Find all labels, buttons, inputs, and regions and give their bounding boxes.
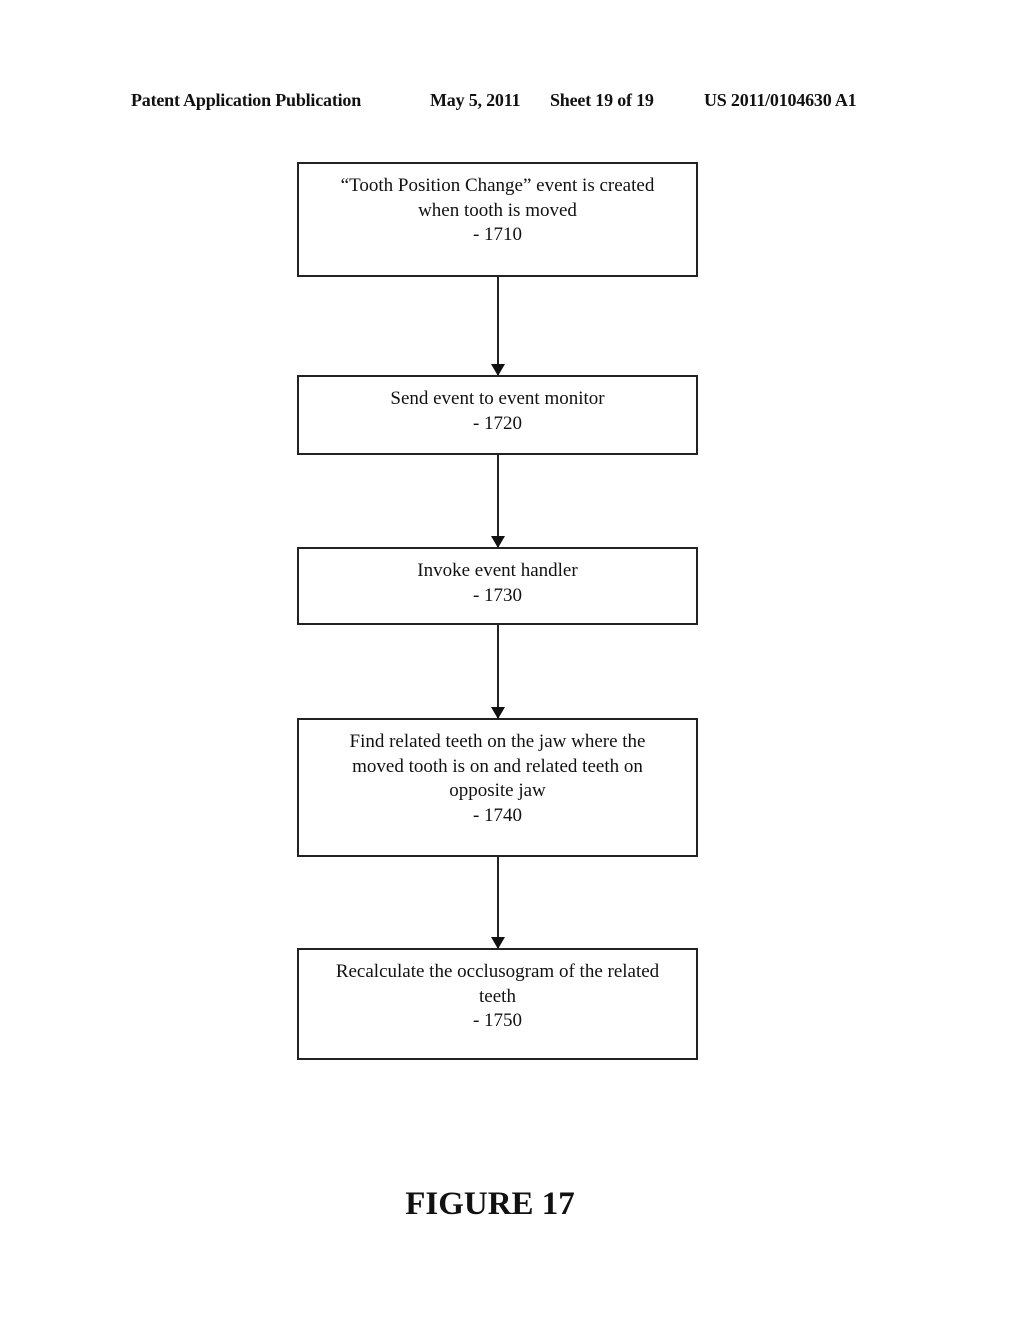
step-text: Recalculate the occlusogram of the relat… (335, 961, 660, 982)
step-ref: - 1740 (472, 804, 523, 826)
publication-label: Patent Application Publication (131, 90, 362, 110)
patent-number: US 2011/0104630 A1 (704, 90, 857, 110)
sheet-number: Sheet 19 of 19 (550, 90, 654, 110)
step-text: Find related teeth on the jaw where the (349, 731, 646, 752)
step-1740-box: Find related teeth on the jaw where the … (297, 718, 698, 857)
step-text: teeth (479, 985, 516, 1007)
arrow-1710-to-1720 (491, 277, 505, 376)
step-text: moved tooth is on and related teeth on (352, 755, 643, 777)
step-text: Invoke event handler (417, 560, 578, 581)
step-1720-box: Send event to event monitor - 1720 (297, 375, 698, 455)
step-ref: - 1750 (472, 1010, 523, 1031)
step-text: when tooth is moved (418, 199, 577, 221)
step-text: “Tooth Position Change” event is created (340, 175, 655, 196)
arrow-1740-to-1750 (491, 857, 505, 949)
arrow-1730-to-1740 (491, 625, 505, 719)
step-text: Send event to event monitor (390, 388, 605, 409)
publication-date: May 5, 2011 (430, 90, 521, 110)
step-ref: - 1720 (472, 412, 523, 434)
step-text: opposite jaw (449, 780, 546, 801)
arrow-1720-to-1730 (491, 455, 505, 548)
step-ref: - 1710 (472, 224, 523, 245)
step-1710-box: “Tooth Position Change” event is created… (297, 162, 698, 277)
step-ref: - 1730 (472, 584, 523, 606)
figure-label: FIGURE 17 (405, 1186, 575, 1222)
step-1730-box: Invoke event handler - 1730 (297, 547, 698, 625)
step-1750-box: Recalculate the occlusogram of the relat… (297, 948, 698, 1060)
